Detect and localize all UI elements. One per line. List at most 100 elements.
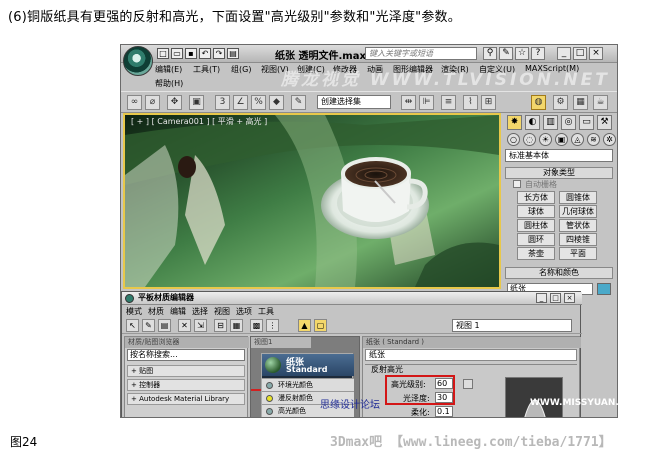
render-setup-icon[interactable]: ⚙ [553, 95, 568, 110]
unlink-icon[interactable]: ⌀ [145, 95, 160, 110]
open-file-icon[interactable]: ▭ [171, 48, 183, 59]
me-menu-utilities[interactable]: 工具 [258, 306, 274, 317]
curve-editor-icon[interactable]: ⌇ [463, 95, 478, 110]
star-icon[interactable]: ☆ [515, 47, 529, 60]
rendered-frame-window-icon[interactable]: ▦ [573, 95, 588, 110]
save-file-icon[interactable]: ▪ [185, 48, 197, 59]
show-background-icon[interactable]: ▩ [250, 319, 263, 332]
delete-selected-icon[interactable]: ✕ [178, 319, 191, 332]
lights-icon[interactable]: ☀ [539, 133, 552, 146]
help-icon[interactable]: ? [531, 47, 545, 60]
align-icon[interactable]: ⊫ [419, 95, 434, 110]
me-menu-mode[interactable]: 模式 [126, 306, 142, 317]
cameras-icon[interactable]: ▣ [555, 133, 568, 146]
percent-snap-icon[interactable]: % [251, 95, 266, 110]
application-logo-icon[interactable] [123, 46, 153, 76]
library-group-controllers[interactable]: + 控制器 [127, 379, 245, 391]
systems-icon[interactable]: ✲ [603, 133, 616, 146]
mirror-icon[interactable]: ⇹ [401, 95, 416, 110]
project-folder-icon[interactable]: ▤ [227, 48, 239, 59]
me-menu-select[interactable]: 选择 [192, 306, 208, 317]
select-tool-icon[interactable]: ▲ [298, 319, 311, 332]
me-menu-view[interactable]: 视图 [214, 306, 230, 317]
edit-named-selection-icon[interactable]: ✎ [291, 95, 306, 110]
menu-help[interactable]: 帮助(H) [155, 78, 183, 89]
slot-ambient-color[interactable]: 环境光颜色 [262, 378, 354, 391]
sphere-button[interactable]: 球体 [517, 205, 555, 218]
material-id-icon[interactable]: ▢ [314, 319, 327, 332]
help-search-input[interactable]: 键入关键字或短语 [365, 47, 477, 60]
soften-spinner[interactable]: 0.1 [435, 406, 453, 417]
me-menu-material[interactable]: 材质 [148, 306, 164, 317]
create-tab-icon[interactable]: ✸ [507, 115, 522, 130]
viewport-label[interactable]: [ + ] [ Camera001 ] [ 平滑 + 高光 ] [131, 116, 267, 127]
schematic-view-icon[interactable]: ⊞ [481, 95, 496, 110]
torus-button[interactable]: 圆环 [517, 233, 555, 246]
menu-edit[interactable]: 编辑(E) [155, 64, 182, 75]
named-selection-set-dropdown[interactable]: 创建选择集 [317, 95, 391, 109]
render-production-icon[interactable]: ☕ [593, 95, 608, 110]
teapot-button[interactable]: 茶壶 [517, 247, 555, 260]
menu-tools[interactable]: 工具(T) [193, 64, 220, 75]
material-editor-maximize-button[interactable]: □ [550, 293, 561, 303]
hide-unused-slots-icon[interactable]: ⊟ [214, 319, 227, 332]
move-children-icon[interactable]: ⇲ [194, 319, 207, 332]
name-color-rollout-header[interactable]: 名称和颜色 [505, 267, 613, 279]
material-editor-icon[interactable]: ◍ [531, 95, 546, 110]
view-selector-dropdown[interactable]: 视图 1 [452, 319, 572, 332]
spacewarps-icon[interactable]: ≋ [587, 133, 600, 146]
shapes-icon[interactable]: ◌ [523, 133, 536, 146]
object-category-dropdown[interactable]: 标准基本体 [505, 149, 613, 162]
show-map-icon[interactable]: ▦ [230, 319, 243, 332]
bind-spacewarp-icon[interactable]: ✥ [167, 95, 182, 110]
binoculars-icon[interactable]: ⚲ [483, 47, 497, 60]
library-group-maps[interactable]: + 贴图 [127, 365, 245, 377]
material-editor-minimize-button[interactable]: _ [536, 293, 547, 303]
browser-search-input[interactable]: 按名称搜索... [127, 349, 245, 361]
new-file-icon[interactable]: □ [157, 48, 169, 59]
me-menu-edit[interactable]: 编辑 [170, 306, 186, 317]
material-name-field[interactable]: 纸张 [365, 349, 577, 361]
view-tab[interactable]: 视图1 [251, 337, 311, 348]
layout-all-icon[interactable]: ⋮ [266, 319, 279, 332]
minimize-button[interactable]: _ [557, 47, 571, 60]
undo-icon[interactable]: ↶ [199, 48, 211, 59]
hierarchy-tab-icon[interactable]: ▥ [543, 115, 558, 130]
library-group-autodesk[interactable]: + Autodesk Material Library [127, 393, 245, 405]
tube-button[interactable]: 管状体 [559, 219, 597, 232]
specular-map-button[interactable] [463, 379, 473, 389]
assign-material-icon[interactable]: ✎ [142, 319, 155, 332]
slot-socket-icon[interactable] [266, 395, 273, 402]
layer-manager-icon[interactable]: ≡ [441, 95, 456, 110]
object-type-rollout-header[interactable]: 对象类型 [505, 167, 613, 179]
slot-socket-icon[interactable] [266, 408, 273, 415]
camera-viewport[interactable]: [ + ] [ Camera001 ] [ 平滑 + 高光 ] [123, 113, 501, 289]
redo-icon[interactable]: ↷ [213, 48, 225, 59]
link-icon[interactable]: ∞ [127, 95, 142, 110]
put-to-scene-icon[interactable]: ▤ [158, 319, 171, 332]
angle-snap-icon[interactable]: ∠ [233, 95, 248, 110]
material-editor-close-button[interactable]: × [564, 293, 575, 303]
display-tab-icon[interactable]: ▭ [579, 115, 594, 130]
box-button[interactable]: 长方体 [517, 191, 555, 204]
cone-button[interactable]: 圆锥体 [559, 191, 597, 204]
communication-icon[interactable]: ✎ [499, 47, 513, 60]
plane-button[interactable]: 平面 [559, 247, 597, 260]
menu-group[interactable]: 组(G) [231, 64, 251, 75]
slot-socket-icon[interactable] [266, 382, 273, 389]
spinner-snap-icon[interactable]: ◆ [269, 95, 284, 110]
motion-tab-icon[interactable]: ◎ [561, 115, 576, 130]
pick-material-icon[interactable]: ↖ [126, 319, 139, 332]
modify-tab-icon[interactable]: ◐ [525, 115, 540, 130]
snap-3d-icon[interactable]: 3 [215, 95, 230, 110]
close-button[interactable]: × [589, 47, 603, 60]
select-object-icon[interactable]: ▣ [189, 95, 204, 110]
maximize-button[interactable]: □ [573, 47, 587, 60]
me-menu-options[interactable]: 选项 [236, 306, 252, 317]
utilities-tab-icon[interactable]: ⚒ [597, 115, 612, 130]
helpers-icon[interactable]: ◬ [571, 133, 584, 146]
geometry-icon[interactable]: ○ [507, 133, 520, 146]
pyramid-button[interactable]: 四棱锥 [559, 233, 597, 246]
geosphere-button[interactable]: 几何球体 [559, 205, 597, 218]
object-color-swatch[interactable] [597, 283, 611, 295]
